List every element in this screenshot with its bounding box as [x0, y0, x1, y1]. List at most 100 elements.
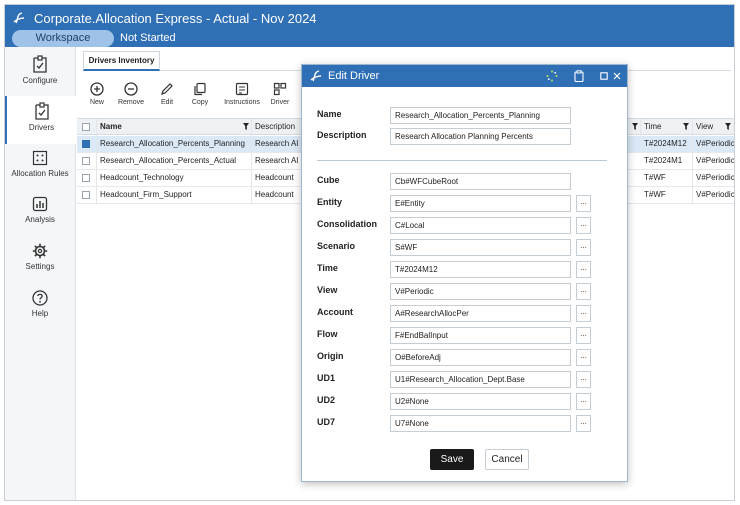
cube-field[interactable]: Cb#WFCubeRoot	[390, 173, 571, 190]
driver-label: Driver	[270, 99, 290, 106]
ud1-label: UD1	[317, 373, 336, 383]
tab-drivers-inventory[interactable]: Drivers Inventory	[83, 51, 160, 71]
header-select-cell[interactable]	[77, 119, 97, 136]
scenario-picker-button[interactable]: ...	[576, 239, 591, 256]
edit-button[interactable]: Edit	[153, 79, 181, 115]
row-checkbox[interactable]	[82, 174, 90, 182]
row-select-cell[interactable]	[77, 170, 97, 187]
nav-item-settings[interactable]: Settings	[4, 237, 76, 285]
select-all-checkbox[interactable]	[82, 123, 90, 131]
time-field[interactable]: T#2024M12	[390, 261, 571, 278]
pencil-icon	[161, 83, 173, 95]
time-picker-button[interactable]: ...	[576, 261, 591, 278]
filter-icon[interactable]	[243, 123, 249, 130]
origin-picker-button[interactable]: ...	[576, 349, 591, 366]
filter-icon[interactable]	[683, 123, 689, 130]
row-select-cell[interactable]	[77, 136, 97, 153]
nav-item-help[interactable]: Help	[4, 284, 76, 332]
copy-button[interactable]: Copy	[181, 79, 219, 115]
top-bar: Corporate.Allocation Express - Actual - …	[4, 4, 735, 47]
consolidation-picker-button[interactable]: ...	[576, 217, 591, 234]
ud7-field[interactable]: U7#None	[390, 415, 571, 432]
instructions-label: Instructions	[224, 99, 260, 106]
nav-label-help: Help	[31, 309, 49, 318]
remove-button[interactable]: Remove	[109, 79, 153, 115]
scenario-field[interactable]: S#WF	[390, 239, 571, 256]
view-field[interactable]: V#Periodic	[390, 283, 571, 300]
header-view-label: View	[696, 122, 714, 131]
consolidation-label: Consolidation	[317, 219, 377, 229]
scenario-label: Scenario	[317, 241, 356, 251]
row-view: V#Periodic	[696, 173, 735, 182]
header-name-label: Name	[100, 122, 122, 131]
description-field[interactable]: Research Allocation Planning Percents	[390, 128, 571, 145]
ud2-label: UD2	[317, 395, 336, 405]
view-label: View	[317, 285, 338, 295]
header-name[interactable]: Name	[97, 119, 252, 136]
row-select-cell[interactable]	[77, 153, 97, 170]
left-nav: Configure Drivers Allocation Rules Analy…	[4, 47, 76, 501]
filter-icon[interactable]	[725, 123, 731, 130]
ud2-field[interactable]: U2#None	[390, 393, 571, 410]
instructions-button[interactable]: Instructions	[219, 79, 265, 115]
row-checkbox[interactable]	[82, 157, 90, 165]
name-field[interactable]: Research_Allocation_Percents_Planning	[390, 107, 571, 124]
nav-item-allocation-rules[interactable]: Allocation Rules	[4, 144, 76, 192]
new-label: New	[89, 99, 104, 106]
account-picker-button[interactable]: ...	[576, 305, 591, 322]
app-logo-icon	[13, 12, 25, 24]
app-title-row: Corporate.Allocation Express - Actual - …	[12, 8, 317, 28]
loading-spinner-icon	[546, 70, 558, 82]
nav-item-drivers[interactable]: Drivers	[4, 96, 76, 144]
new-button[interactable]: New	[85, 79, 109, 115]
filter-icon[interactable]	[632, 123, 638, 130]
app-title: Corporate.Allocation Express - Actual - …	[34, 10, 317, 26]
ud1-picker-button[interactable]: ...	[576, 371, 591, 388]
account-field[interactable]: A#ResearchAllocPer	[390, 305, 571, 322]
remove-label: Remove	[117, 99, 145, 106]
nav-label-analysis: Analysis	[25, 215, 55, 224]
nav-label-configure: Configure	[22, 76, 58, 85]
entity-field[interactable]: E#Entity	[390, 195, 571, 212]
nav-item-configure[interactable]: Configure	[4, 49, 76, 97]
flow-label: Flow	[317, 329, 338, 339]
app-logo-icon	[310, 70, 322, 82]
row-time: T#2024M1	[641, 153, 693, 170]
header-description-label: Description	[255, 122, 296, 131]
flow-picker-button[interactable]: ...	[576, 327, 591, 344]
cancel-button[interactable]: Cancel	[485, 449, 529, 470]
name-label: Name	[317, 109, 342, 119]
dialog-title: Edit Driver	[328, 70, 380, 82]
view-picker-button[interactable]: ...	[576, 283, 591, 300]
nav-label-allocation-rules: Allocation Rules	[11, 169, 69, 178]
row-name: Headcount_Technology	[97, 170, 252, 187]
row-view: V#Periodic	[696, 156, 735, 165]
maximize-icon[interactable]	[600, 72, 608, 80]
consolidation-field[interactable]: C#Local	[390, 217, 571, 234]
origin-field[interactable]: O#BeforeAdj	[390, 349, 571, 366]
header-filter-cell[interactable]	[627, 119, 641, 136]
plus-circle-icon	[90, 82, 104, 96]
row-view: V#Periodic	[696, 139, 735, 148]
driver-button[interactable]: Driver	[265, 79, 295, 115]
header-view[interactable]: View	[693, 119, 735, 136]
row-checkbox[interactable]	[82, 140, 90, 148]
row-checkbox[interactable]	[82, 191, 90, 199]
close-icon[interactable]	[613, 72, 621, 80]
ud1-field[interactable]: U1#Research_Allocation_Dept.Base	[390, 371, 571, 388]
save-button[interactable]: Save	[430, 449, 474, 470]
origin-label: Origin	[317, 351, 344, 361]
driver-grid-icon	[273, 82, 287, 96]
row-select-cell[interactable]	[77, 187, 97, 204]
flow-field[interactable]: F#EndBalInput	[390, 327, 571, 344]
edit-label: Edit	[160, 99, 174, 106]
header-time[interactable]: Time	[641, 119, 693, 136]
nav-item-analysis[interactable]: Analysis	[4, 190, 76, 238]
entity-picker-button[interactable]: ...	[576, 195, 591, 212]
copy-icon	[194, 82, 206, 96]
description-label: Description	[317, 130, 367, 140]
clipboard-icon[interactable]	[574, 70, 584, 82]
workspace-tab[interactable]: Workspace	[12, 30, 114, 47]
ud7-picker-button[interactable]: ...	[576, 415, 591, 432]
ud2-picker-button[interactable]: ...	[576, 393, 591, 410]
